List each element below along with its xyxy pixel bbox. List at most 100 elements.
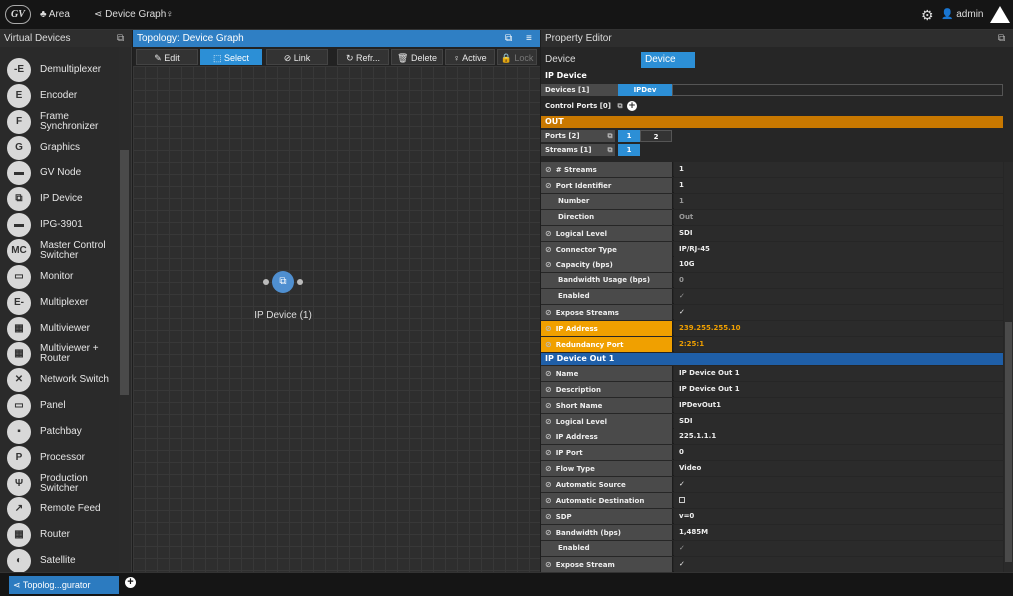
property-value[interactable]: 0 (674, 445, 1003, 461)
property-row[interactable]: Bandwidth Usage (bps) 0 (541, 273, 1003, 289)
property-value[interactable]: ✓ (674, 540, 1003, 556)
property-row[interactable]: ⊘ Expose Stream ✓ (541, 556, 1003, 572)
link-icon[interactable]: ⊘ (545, 528, 552, 537)
lightbulb-icon[interactable]: ♀ (166, 9, 174, 20)
refresh-button[interactable]: ↻ Refr... (337, 49, 389, 65)
expand-icon[interactable]: ⧉ (605, 130, 615, 142)
link-icon[interactable]: ⊘ (545, 385, 552, 394)
property-value[interactable]: ✓ (674, 289, 1003, 305)
link-icon[interactable]: ⊘ (545, 480, 552, 489)
link-icon[interactable]: ⊘ (545, 260, 552, 269)
property-row[interactable]: ⊘ Expose Streams ✓ (541, 305, 1003, 321)
link-icon[interactable]: ⊘ (545, 417, 552, 426)
property-row[interactable]: ⊘ Flow Type Video (541, 461, 1003, 477)
scrollbar[interactable] (1004, 162, 1013, 572)
stream-chip-1[interactable]: 1 (618, 144, 640, 156)
property-value[interactable]: 1 (674, 177, 1003, 193)
gv-logo[interactable]: GV (5, 5, 31, 24)
property-value[interactable]: 1 (674, 193, 1003, 209)
property-value[interactable]: ✓ (674, 556, 1003, 572)
device-chip-ipdev[interactable]: IPDev (618, 84, 672, 96)
scrollbar-thumb[interactable] (120, 150, 129, 395)
expand-icon[interactable]: ⧉ (615, 100, 625, 112)
graph-canvas[interactable]: ⧉ IP Device (1) (133, 66, 540, 572)
link-icon[interactable]: ⊘ (545, 324, 552, 333)
device-item[interactable]: ✕ Network Switch (0, 367, 118, 393)
expand-icon[interactable]: ⧉ (605, 144, 615, 156)
device-item[interactable]: ▭ Panel (0, 393, 118, 419)
gear-icon[interactable]: ⚙ (921, 7, 934, 24)
undock-icon[interactable]: ⧉ (505, 30, 512, 47)
port-chip-2[interactable]: 2 (640, 130, 672, 142)
link-icon[interactable]: ⊘ (545, 165, 552, 174)
property-row[interactable]: ⊘ Automatic Source ✓ (541, 477, 1003, 493)
property-value[interactable]: 0 (674, 273, 1003, 289)
node-port-right[interactable] (297, 279, 303, 285)
device-item[interactable]: ▦ Multiviewer (0, 316, 118, 342)
property-value[interactable]: 239.255.255.10 (674, 321, 1003, 336)
property-row[interactable]: ⊘ Capacity (bps) 10G (541, 257, 1003, 273)
property-row[interactable]: ⊘ Automatic Destination (541, 493, 1003, 508)
lock-button[interactable]: 🔒 Lock (497, 49, 537, 65)
property-row[interactable]: Enabled ✓ (541, 540, 1003, 556)
property-row[interactable]: ⊘ Short Name IPDevOut1 (541, 397, 1003, 413)
property-value[interactable]: IP Device Out 1 (674, 365, 1003, 381)
device-item[interactable]: P Processor (0, 445, 118, 471)
property-value[interactable]: 2:25:1 (674, 336, 1003, 352)
property-row[interactable]: ⊘ Name IP Device Out 1 (541, 365, 1003, 381)
checkbox-icon[interactable] (679, 497, 685, 503)
link-icon[interactable]: ⊘ (545, 308, 552, 317)
tab-device-properties[interactable]: Device Properties (641, 52, 695, 81)
scrollbar[interactable] (119, 47, 130, 572)
property-value[interactable]: SDI (674, 225, 1003, 241)
link-icon[interactable]: ⊘ (545, 432, 552, 441)
property-value[interactable]: IP/RJ-45 (674, 241, 1003, 257)
property-row[interactable]: Number 1 (541, 193, 1003, 209)
property-value[interactable]: 225.1.1.1 (674, 429, 1003, 445)
link-icon[interactable]: ⊘ (545, 340, 552, 349)
property-value[interactable]: 1,485M (674, 524, 1003, 540)
node-port-left[interactable] (263, 279, 269, 285)
property-row[interactable]: ⊘ IP Address 225.1.1.1 (541, 429, 1003, 445)
device-item[interactable]: ▬ GV Node (0, 160, 118, 186)
device-item[interactable]: ▪ Patchbay (0, 419, 118, 445)
property-row[interactable]: ⊘ SDP v=0 (541, 508, 1003, 524)
property-value[interactable]: SDI (674, 413, 1003, 429)
link-icon[interactable]: ⊘ (545, 369, 552, 378)
property-row[interactable]: ⊘ Bandwidth (bps) 1,485M (541, 524, 1003, 540)
link-icon[interactable]: ⊘ (545, 181, 552, 190)
property-value[interactable]: 10G (674, 257, 1003, 273)
device-item[interactable]: ⧉ IP Device (0, 186, 118, 212)
edit-button[interactable]: ✎ Edit (136, 49, 198, 65)
property-row[interactable]: ⊘ # Streams 1 (541, 162, 1003, 177)
property-row[interactable]: ⊘ Description IP Device Out 1 (541, 381, 1003, 397)
link-icon[interactable]: ⊘ (545, 512, 552, 521)
undock-icon[interactable]: ⧉ (998, 30, 1005, 47)
device-item[interactable]: -E Demultiplexer (0, 57, 118, 83)
property-row[interactable]: Enabled ✓ (541, 289, 1003, 305)
property-value[interactable]: ✓ (674, 477, 1003, 493)
menu-icon[interactable]: ≡ (526, 30, 532, 47)
property-value[interactable]: IP Device Out 1 (674, 381, 1003, 397)
property-value[interactable] (674, 493, 1003, 508)
device-item[interactable]: E- Multiplexer (0, 290, 118, 316)
add-control-port-icon[interactable]: + (627, 101, 637, 111)
property-row[interactable]: ⊘ IP Address 239.255.255.10 (541, 321, 1003, 336)
ip-device-node[interactable]: ⧉ (263, 268, 303, 298)
property-value[interactable]: ✓ (674, 305, 1003, 321)
tab-topology-configurator[interactable]: ⋖ Topolog...gurator (9, 576, 119, 594)
area-breadcrumb[interactable]: ♣ Area (40, 9, 70, 20)
link-icon[interactable]: ⊘ (545, 401, 552, 410)
delete-button[interactable]: 🗑 Delete (391, 49, 443, 65)
device-item[interactable]: MC Master Control Switcher (0, 238, 118, 264)
scrollbar-thumb[interactable] (1005, 322, 1012, 562)
link-icon[interactable]: ⊘ (545, 496, 552, 505)
link-icon[interactable]: ⊘ (545, 229, 552, 238)
device-item[interactable]: ▦ Router (0, 522, 118, 548)
property-row[interactable]: Direction Out (541, 209, 1003, 225)
property-value[interactable]: 1 (674, 162, 1003, 177)
add-tab-icon[interactable]: + (125, 577, 136, 588)
link-icon[interactable]: ⊘ (545, 245, 552, 254)
property-row[interactable]: ⊘ Logical Level SDI (541, 225, 1003, 241)
property-row[interactable]: ⊘ Logical Level SDI (541, 413, 1003, 429)
